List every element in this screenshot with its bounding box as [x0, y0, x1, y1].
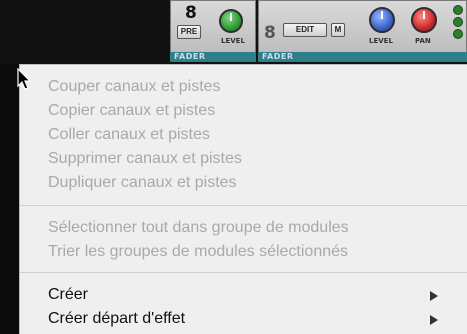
- led-icon: [453, 17, 463, 27]
- submenu-arrow-icon: [430, 315, 438, 325]
- submenu-arrow-icon: [430, 291, 438, 301]
- menu-item-cut-channels[interactable]: Couper canaux et pistes: [48, 78, 221, 96]
- mute-button[interactable]: M: [331, 23, 345, 37]
- led-icon: [453, 5, 463, 15]
- context-menu: Couper canaux et pistes Copier canaux et…: [19, 64, 467, 334]
- fader-label-2: FADER: [258, 52, 467, 62]
- menu-item-create-effect-send[interactable]: Créer départ d'effet: [48, 310, 185, 328]
- level-knob-icon[interactable]: [219, 9, 243, 33]
- pre-button[interactable]: PRE: [177, 25, 201, 39]
- level-knob-icon[interactable]: [369, 7, 395, 33]
- channel-number: 8: [185, 3, 197, 23]
- menu-item-duplicate-channels[interactable]: Dupliquer canaux et pistes: [48, 174, 237, 192]
- pan-knob-icon[interactable]: [411, 7, 437, 33]
- menu-item-create[interactable]: Créer: [48, 286, 88, 304]
- edit-button[interactable]: EDIT: [283, 23, 327, 37]
- fader-label-1: FADER: [170, 52, 256, 62]
- menu-item-select-all-in-group[interactable]: Sélectionner tout dans groupe de modules: [48, 219, 349, 237]
- pan-label: PAN: [415, 37, 431, 45]
- menu-separator: [20, 205, 467, 206]
- menu-item-copy-channels[interactable]: Copier canaux et pistes: [48, 102, 215, 120]
- mixer-strip-area: 8 PRE LEVEL FADER 8 EDIT M LEVEL PAN FAD…: [0, 0, 467, 64]
- menu-separator: [20, 272, 467, 273]
- led-icon: [453, 29, 463, 39]
- mouse-pointer-icon: [17, 68, 31, 90]
- level-label: LEVEL: [221, 37, 245, 45]
- menu-item-paste-channels[interactable]: Coller canaux et pistes: [48, 126, 210, 144]
- level-label: LEVEL: [369, 37, 393, 45]
- menu-item-sort-selected-groups[interactable]: Trier les groupes de modules sélectionné…: [48, 243, 348, 261]
- menu-item-delete-channels[interactable]: Supprimer canaux et pistes: [48, 150, 242, 168]
- channel-number: 8: [264, 23, 276, 43]
